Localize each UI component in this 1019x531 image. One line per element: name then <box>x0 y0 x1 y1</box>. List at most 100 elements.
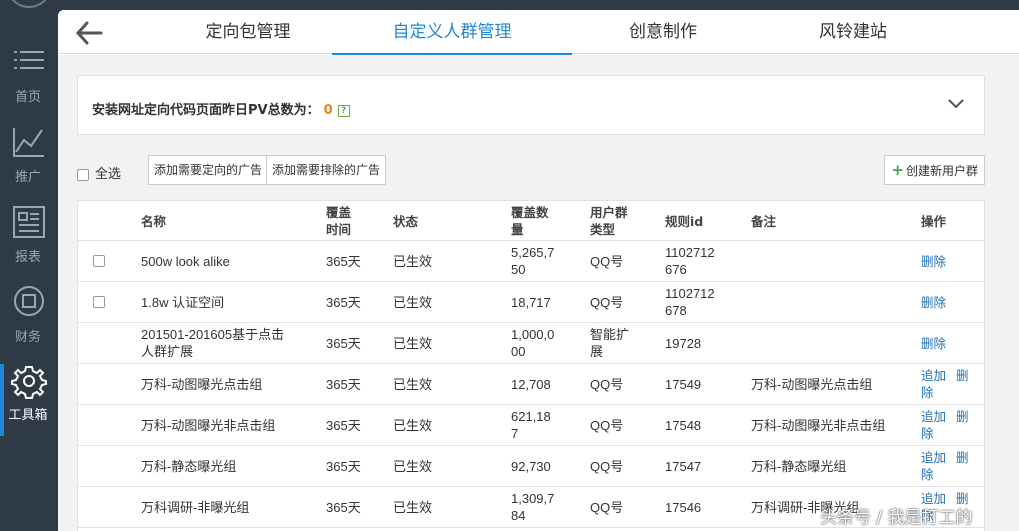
tab-bar: 定向包管理 自定义人群管理 创意制作 风铃建站 <box>58 10 1019 55</box>
cell-type: QQ号 <box>590 459 624 474</box>
cell-time: 365天 <box>326 295 361 310</box>
pv-info-bar: 安装网址定向代码页面昨日PV总数为： 0? <box>77 75 985 135</box>
header-rule-id: 规则id <box>665 214 704 229</box>
cell-type: QQ号 <box>590 377 624 392</box>
table-row: 500w look alike 365天 已生效 5,265,7 50 QQ号 11027… <box>78 241 984 282</box>
cell-name: 万科调研-非曝光组 <box>141 500 250 515</box>
tab-site-builder[interactable]: 风铃建站 <box>773 10 933 54</box>
delete-link[interactable]: 删除 <box>921 335 946 352</box>
sidebar-item-label: 报表 <box>14 250 41 265</box>
cell-rule-id: 1102712 676 <box>665 245 715 277</box>
cell-coverage: 1,309,7 84 <box>511 491 555 523</box>
table-row: 1.8w 认证空间 365天 已生效 18,717 QQ号 1102712 678 删除 <box>78 282 984 323</box>
cell-status: 已生效 <box>393 254 433 269</box>
cell-coverage: 92,730 <box>511 459 551 474</box>
header-time: 覆盖 时间 <box>326 205 352 237</box>
sidebar: 首页 推广 报表 财务 工具箱 <box>0 0 56 531</box>
cell-name: 万科-动图曝光非点击组 <box>141 418 276 433</box>
pv-value: 0 <box>323 103 333 118</box>
cell-time: 365天 <box>326 500 361 515</box>
select-all[interactable]: 全选 <box>77 163 121 182</box>
sidebar-item-toolbox[interactable]: 工具箱 <box>0 362 56 442</box>
cell-note: 万科-动图曝光非点击组 <box>751 418 886 433</box>
cell-time: 365天 <box>326 377 361 392</box>
delete-link[interactable]: 删除 <box>921 449 981 483</box>
tab-targeting-packages[interactable]: 定向包管理 <box>168 10 328 54</box>
cell-coverage: 18,717 <box>511 295 551 310</box>
cell-time: 365天 <box>326 418 361 433</box>
pv-info-text: 安装网址定向代码页面昨日PV总数为： 0? <box>92 99 350 118</box>
sidebar-item-report[interactable]: 报表 <box>0 204 56 284</box>
header-note: 备注 <box>751 214 777 229</box>
cell-name: 万科-静态曝光组 <box>141 459 237 474</box>
cell-rule-id: 17549 <box>665 377 702 392</box>
sidebar-item-label: 工具箱 <box>8 408 48 423</box>
list-icon <box>14 51 44 69</box>
header-status: 状态 <box>393 214 419 229</box>
sidebar-item-label: 推广 <box>14 170 41 185</box>
header-type: 用户群 类型 <box>590 205 628 237</box>
cell-rule-id: 17548 <box>665 418 702 433</box>
chart-line-icon <box>13 128 44 157</box>
logo <box>6 0 52 8</box>
table-row: 万科-动图曝光点击组 365天 已生效 12,708 QQ号 17549 万科-动图曝光点击… <box>78 364 984 405</box>
cell-status: 已生效 <box>393 377 433 392</box>
watermark: 头条号 / 我是打工的 <box>820 508 973 528</box>
sidebar-item-label: 首页 <box>14 90 41 105</box>
cell-name: 1.8w 认证空间 <box>141 295 225 310</box>
cell-coverage: 5,265,7 50 <box>511 245 555 277</box>
cell-type: QQ号 <box>590 418 624 433</box>
cell-note: 万科-静态曝光组 <box>751 459 847 474</box>
cell-time: 365天 <box>326 459 361 474</box>
header-name: 名称 <box>141 214 167 229</box>
delete-link[interactable]: 删除 <box>921 408 981 442</box>
cell-rule-id: 17546 <box>665 500 702 515</box>
select-all-checkbox[interactable] <box>77 168 89 181</box>
tab-creative[interactable]: 创意制作 <box>588 10 738 54</box>
cell-rule-id: 19728 <box>665 336 702 351</box>
cell-status: 已生效 <box>393 459 433 474</box>
table-row: 万科-动图曝光非点击组 365天 已生效 621,18 7 QQ号 17548 万科-动图曝… <box>78 405 984 446</box>
tab-custom-audience[interactable]: 自定义人群管理 <box>332 10 572 55</box>
cell-status: 已生效 <box>393 418 433 433</box>
cell-name: 201501-201605基于点击 人群扩展 <box>141 327 285 359</box>
row-checkbox[interactable] <box>93 296 105 308</box>
table-row: 万科-静态曝光组 365天 已生效 92,730 QQ号 17547 万科-静态曝光组 追加删… <box>78 446 984 487</box>
cell-type: QQ号 <box>590 500 624 515</box>
cell-status: 已生效 <box>393 295 433 310</box>
cell-name: 500w look alike <box>141 254 230 269</box>
add-excluded-ads-button[interactable]: 添加需要排除的广告 <box>266 155 387 185</box>
audience-table: 名称 覆盖 时间 状态 覆盖数 量 用户群 类型 规则id 备注 操作 500w… <box>77 200 985 531</box>
delete-link[interactable]: 删除 <box>921 294 946 311</box>
sidebar-item-home[interactable]: 首页 <box>0 44 56 124</box>
table-header: 名称 覆盖 时间 状态 覆盖数 量 用户群 类型 规则id 备注 操作 <box>78 201 984 241</box>
main-panel: 定向包管理 自定义人群管理 创意制作 风铃建站 安装网址定向代码页面昨日PV总数… <box>58 10 1019 531</box>
row-checkbox[interactable] <box>93 255 105 267</box>
delete-link[interactable]: 删除 <box>921 253 946 270</box>
report-icon <box>13 206 45 238</box>
sidebar-item-promote[interactable]: 推广 <box>0 124 56 204</box>
table-row: 201501-201605基于点击 人群扩展 365天 已生效 1,000,0 00 智… <box>78 323 984 364</box>
finance-icon <box>14 286 44 316</box>
cell-type: QQ号 <box>590 254 624 269</box>
delete-link[interactable]: 删除 <box>921 367 981 401</box>
content-area: 安装网址定向代码页面昨日PV总数为： 0? 全选 添加需要定向的广告 添加需要排除… <box>58 55 1019 531</box>
cell-name: 万科-动图曝光点击组 <box>141 377 263 392</box>
create-user-group-button[interactable]: + 创建新用户群 <box>884 155 985 185</box>
toolbar: 全选 添加需要定向的广告 添加需要排除的广告 + 创建新用户群 <box>77 155 985 187</box>
help-icon[interactable]: ? <box>337 104 350 117</box>
cell-status: 已生效 <box>393 336 433 351</box>
cell-type: QQ号 <box>590 295 624 310</box>
cell-time: 365天 <box>326 336 361 351</box>
plus-icon: + <box>891 161 904 179</box>
chevron-down-icon[interactable] <box>946 94 966 114</box>
cell-type: 智能扩 展 <box>590 327 630 359</box>
cell-rule-id: 1102712 678 <box>665 286 715 318</box>
header-coverage: 覆盖数 量 <box>511 205 549 237</box>
sidebar-item-finance[interactable]: 财务 <box>0 284 56 364</box>
back-arrow-icon[interactable] <box>74 20 104 46</box>
add-targeted-ads-button[interactable]: 添加需要定向的广告 <box>148 155 269 185</box>
cell-coverage: 1,000,0 00 <box>511 327 555 359</box>
cell-coverage: 621,18 7 <box>511 409 551 441</box>
cell-time: 365天 <box>326 254 361 269</box>
